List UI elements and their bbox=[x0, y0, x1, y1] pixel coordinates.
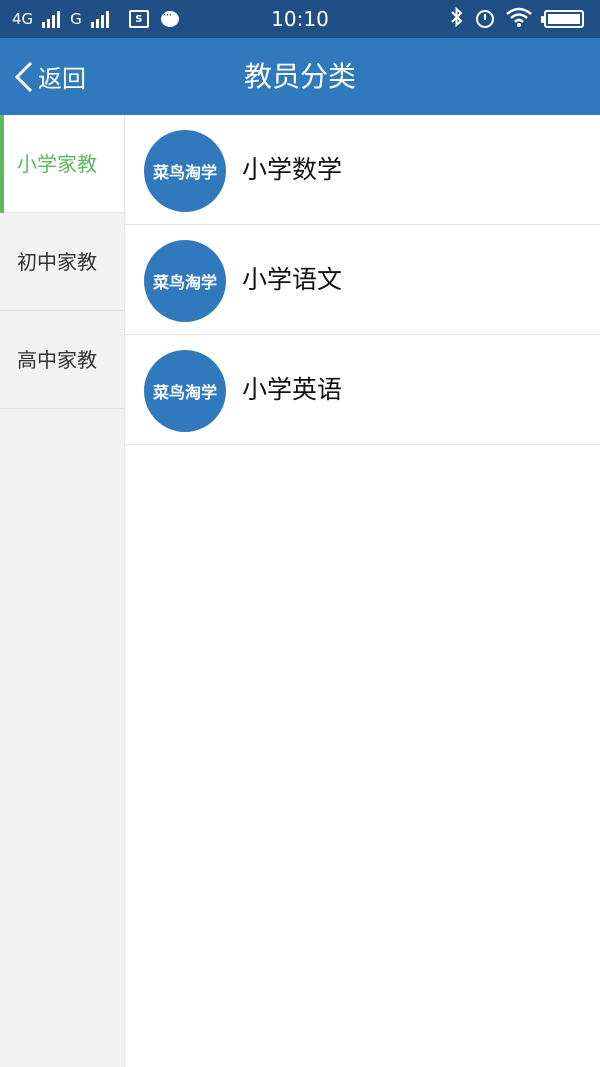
sidebar-item-primary-tutor[interactable]: 小学家教 bbox=[0, 115, 124, 213]
list-item[interactable]: 菜鸟淘学 小学数学 bbox=[125, 115, 600, 225]
avatar: 菜鸟淘学 bbox=[144, 240, 226, 322]
list-item[interactable]: 菜鸟淘学 小学语文 bbox=[125, 225, 600, 335]
sidebar-item-label: 高中家教 bbox=[17, 348, 97, 372]
bluetooth-icon bbox=[450, 6, 464, 32]
list-item[interactable]: 菜鸟淘学 小学英语 bbox=[125, 335, 600, 445]
screen: 4G G S 10:10 bbox=[0, 0, 600, 1067]
avatar: 菜鸟淘学 bbox=[144, 130, 226, 212]
battery-icon bbox=[541, 10, 584, 28]
sidebar-item-high-tutor[interactable]: 高中家教 bbox=[0, 311, 124, 409]
status-right bbox=[450, 0, 584, 38]
sidebar-item-middle-tutor[interactable]: 初中家教 bbox=[0, 213, 124, 311]
page-title: 教员分类 bbox=[243, 60, 356, 93]
list-item-label: 小学语文 bbox=[242, 265, 343, 294]
sidebar-item-label: 初中家教 bbox=[17, 250, 97, 274]
sidebar-item-label: 小学家教 bbox=[17, 152, 97, 176]
subject-list: 菜鸟淘学 小学数学 菜鸟淘学 小学语文 菜鸟淘学 小学英语 bbox=[125, 115, 600, 445]
title-bar: 返回 教员分类 bbox=[0, 38, 600, 115]
list-item-label: 小学数学 bbox=[242, 155, 343, 184]
alarm-icon bbox=[476, 10, 494, 28]
category-sidebar: 小学家教 初中家教 高中家教 bbox=[0, 115, 125, 1067]
status-bar: 4G G S 10:10 bbox=[0, 0, 600, 38]
avatar: 菜鸟淘学 bbox=[144, 350, 226, 432]
list-item-label: 小学英语 bbox=[242, 375, 343, 404]
wifi-icon bbox=[506, 7, 532, 31]
